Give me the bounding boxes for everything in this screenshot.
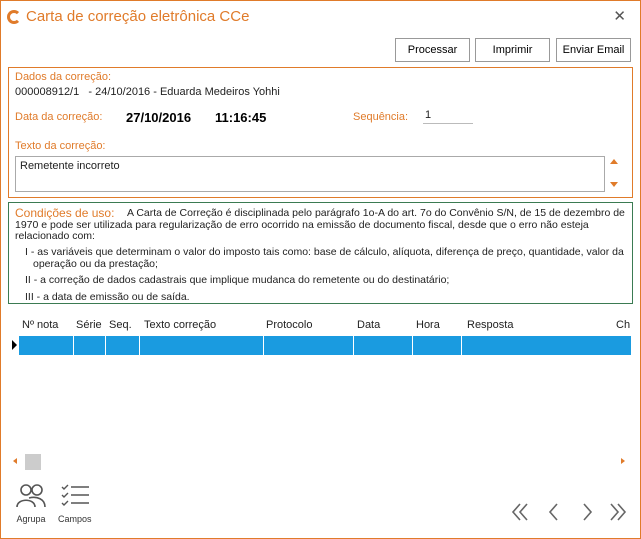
data-correcao-label: Data da correção: [15,111,103,123]
campos-button[interactable]: Campos [58,483,92,524]
dados-label: Dados da correção: [15,71,111,83]
condicoes-item: I - as variáveis que determinam o valor … [25,246,624,258]
data-correcao-value[interactable]: 27/10/2016 [126,110,191,125]
scroll-left-icon[interactable] [13,458,17,464]
group-users-icon [16,484,46,508]
texto-correcao-field[interactable]: Remetente incorreto [15,156,605,192]
table-cell[interactable] [140,336,264,355]
agrupa-label: Agrupa [16,514,46,524]
table-cell[interactable] [264,336,354,355]
scroll-up-icon[interactable] [610,159,618,164]
last-page-icon[interactable] [607,501,629,523]
grid-header: Nº nota Série Seq. Texto correção Protoc… [15,316,631,336]
condicoes-title: Condições de uso: [15,206,115,220]
sequencia-label: Sequência: [353,111,409,123]
condicoes-item: operação ou da prestação; [33,258,158,270]
agrupa-button[interactable]: Agrupa [15,483,47,524]
condicoes-line: 1970 e pode ser utilizada para regulariz… [15,219,589,231]
row-indicator-icon [12,340,17,350]
column-header[interactable]: Protocolo [266,319,312,331]
next-page-icon[interactable] [576,501,598,523]
first-page-icon[interactable] [509,501,531,523]
table-cell[interactable] [106,336,140,355]
table-cell[interactable] [354,336,413,355]
column-header[interactable]: Data [357,319,380,331]
enviar-email-button[interactable]: Enviar Email [556,38,631,62]
condicoes-uso-panel: Condições de uso: A Carta de Correção é … [8,202,633,304]
condicoes-item: III - a data de emissão ou de saída. [25,291,190,303]
column-header[interactable]: Texto correção [144,319,216,331]
column-header[interactable]: Seq. [109,319,132,331]
column-header[interactable]: Hora [416,319,440,331]
condicoes-item: II - a correção de dados cadastrais que … [25,274,450,286]
previous-page-icon[interactable] [543,501,565,523]
cce-window: Carta de correção eletrônica CCe ✕ Proce… [0,0,641,539]
table-cell[interactable] [19,336,74,355]
hora-correcao-value[interactable]: 11:16:45 [215,110,266,125]
window-title: Carta de correção eletrônica CCe [26,8,250,25]
texto-correcao-label: Texto da correção: [15,140,106,152]
condicoes-line: A Carta de Correção é disciplinada pelo … [127,207,625,219]
sequencia-input[interactable]: 1 [423,109,473,124]
app-logo-icon [7,10,21,24]
dados-value: 000008912/1 - 24/10/2016 - Eduarda Medei… [15,86,280,98]
title-bar: Carta de correção eletrônica CCe ✕ [1,1,640,32]
column-header[interactable]: Nº nota [22,319,58,331]
column-header[interactable]: Ch [616,319,630,331]
close-button[interactable]: ✕ [613,7,626,25]
checklist-icon [61,484,89,506]
column-header[interactable]: Resposta [467,319,513,331]
table-cell[interactable] [74,336,106,355]
table-cell[interactable] [413,336,462,355]
scroll-down-icon[interactable] [610,182,618,187]
imprimir-button[interactable]: Imprimir [475,38,550,62]
scroll-right-icon[interactable] [621,458,625,464]
condicoes-line: relacionado com: [15,230,95,242]
processar-button[interactable]: Processar [395,38,470,62]
campos-label: Campos [58,514,92,524]
horizontal-scroll-thumb[interactable] [25,454,41,470]
table-row[interactable] [19,336,631,355]
column-header[interactable]: Série [76,319,102,331]
